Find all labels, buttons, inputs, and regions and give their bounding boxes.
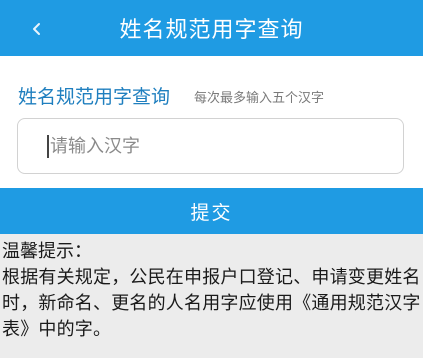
text-caret: [47, 135, 49, 158]
tips-section: 温馨提示： 根据有关规定，公民在申报户口登记、申请变更姓名时，新命名、更名的人名…: [2, 239, 421, 343]
input-limit-hint: 每次最多输入五个汉字: [194, 91, 325, 106]
page-title: 姓名规范用字查询: [119, 18, 304, 43]
chinese-character-input-box[interactable]: [17, 118, 404, 174]
page: 姓名规范用字查询 姓名规范用字查询 每次最多输入五个汉字 提交 温馨提示： 根据…: [0, 0, 423, 358]
submit-button[interactable]: 提交: [0, 188, 423, 234]
tips-title: 温馨提示：: [2, 241, 92, 262]
form-heading: 姓名规范用字查询: [18, 86, 171, 108]
query-form: 姓名规范用字查询 每次最多输入五个汉字: [0, 56, 423, 189]
back-arrow-icon[interactable]: [30, 21, 44, 35]
app-header: 姓名规范用字查询: [0, 0, 423, 56]
chinese-character-input[interactable]: [47, 135, 390, 157]
tips-body: 根据有关规定，公民在申报户口登记、申请变更姓名时，新命名、更名的人名用字应使用《…: [2, 267, 421, 340]
